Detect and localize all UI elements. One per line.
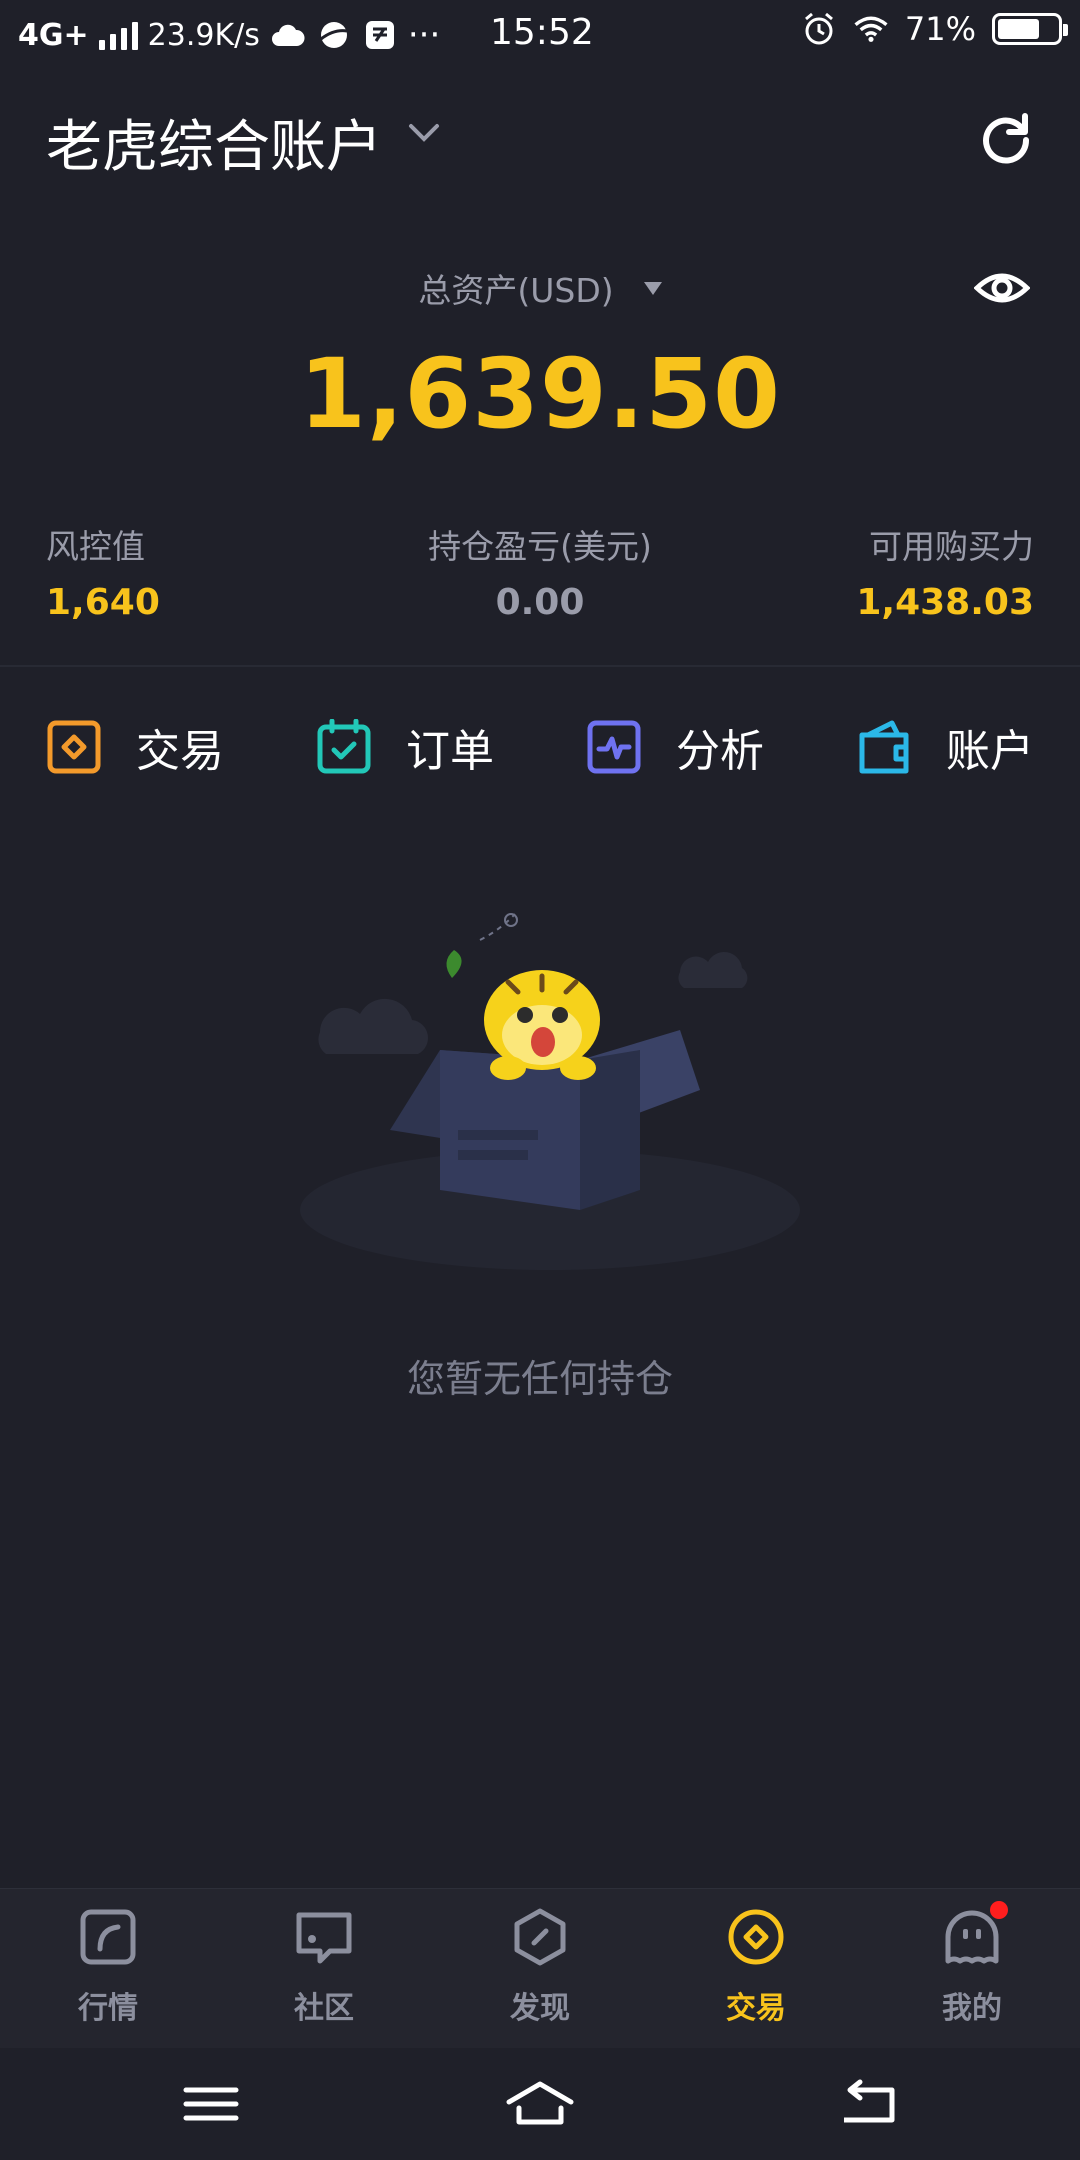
bottom-navigation: 行情 社区 发现 交易 我的 (0, 1888, 1080, 2048)
wallet-icon (856, 719, 912, 775)
signal-icon (98, 20, 138, 50)
action-analysis[interactable]: 分析 (586, 712, 764, 782)
total-assets-value: 1,639.50 (299, 338, 781, 450)
nav-label: 行情 (78, 1991, 138, 2026)
nav-label: 交易 (726, 1991, 786, 2026)
total-assets-label-row[interactable]: 总资产(USD) (0, 262, 1080, 314)
action-trade[interactable]: 交易 (46, 712, 224, 782)
action-label: 账户 (946, 726, 1034, 777)
action-orders[interactable]: 订单 (316, 712, 494, 782)
divider (0, 665, 1080, 667)
nav-label: 社区 (294, 1991, 354, 2026)
metric-label: 可用购买力 (869, 527, 1034, 566)
currency-dropdown-icon[interactable] (643, 281, 662, 295)
more-notifications: ··· (407, 15, 441, 55)
total-assets-label: 总资产(USD) (418, 271, 614, 310)
quick-actions: 交易 订单 分析 账户 (0, 712, 1080, 782)
menu-icon[interactable] (176, 2076, 246, 2132)
cloud-icon (270, 17, 306, 53)
trading-screen: 4G+ 23.9K/s ··· 15:52 71% 老虎综合账户 总资产(USD… (0, 0, 1080, 2160)
nav-label: 我的 (942, 1991, 1002, 2026)
order-icon (316, 718, 372, 775)
market-icon (78, 1907, 138, 1967)
metric-value: 1,438.03 (856, 582, 1034, 623)
alarm-icon (801, 11, 837, 47)
planet-icon (316, 17, 352, 53)
battery-percent: 71% (904, 10, 976, 48)
profile-icon (942, 1901, 1008, 1967)
status-bar: 4G+ 23.9K/s ··· 15:52 71% (0, 0, 1080, 70)
status-right: 71% (801, 10, 1068, 48)
nav-trade[interactable]: 交易 (648, 1907, 864, 2027)
app-notification-icon (362, 17, 398, 53)
action-account[interactable]: 账户 (856, 712, 1034, 782)
network-speed: 23.9K/s (147, 17, 260, 53)
discover-icon (510, 1907, 570, 1967)
home-icon[interactable] (505, 2076, 575, 2132)
buying-power-metric: 可用购买力 1,438.03 (856, 520, 1034, 623)
chevron-down-icon[interactable] (408, 122, 440, 148)
trade-nav-icon (726, 1907, 786, 1967)
trade-icon (46, 719, 102, 775)
wifi-icon (853, 11, 889, 47)
nav-community[interactable]: 社区 (216, 1907, 432, 2027)
refresh-icon[interactable] (976, 108, 1036, 168)
nav-label: 发现 (510, 1991, 570, 2026)
action-label: 分析 (676, 726, 764, 777)
empty-state-message: 您暂无任何持仓 (406, 1357, 673, 1401)
action-label: 订单 (406, 726, 494, 777)
header: 老虎综合账户 (0, 96, 1080, 186)
notification-badge (990, 1901, 1008, 1919)
empty-state-illustration (280, 900, 820, 1280)
nav-profile[interactable]: 我的 (864, 1901, 1080, 2027)
community-icon (294, 1907, 354, 1967)
battery-icon (992, 13, 1068, 45)
system-navigation-bar (0, 2048, 1080, 2160)
back-icon[interactable] (834, 2076, 904, 2132)
status-left: 4G+ 23.9K/s ··· (18, 15, 440, 55)
eye-icon[interactable] (973, 260, 1031, 316)
nav-discover[interactable]: 发现 (432, 1907, 648, 2027)
clock: 15:52 (490, 12, 594, 53)
account-selector[interactable]: 老虎综合账户 (46, 102, 382, 183)
nav-market[interactable]: 行情 (0, 1907, 216, 2027)
action-label: 交易 (136, 726, 224, 777)
analysis-icon (586, 719, 642, 775)
network-type: 4G+ (18, 17, 89, 53)
account-metrics: 风控值 1,640 持仓盈亏(美元) 0.00 可用购买力 1,438.03 (0, 520, 1080, 630)
